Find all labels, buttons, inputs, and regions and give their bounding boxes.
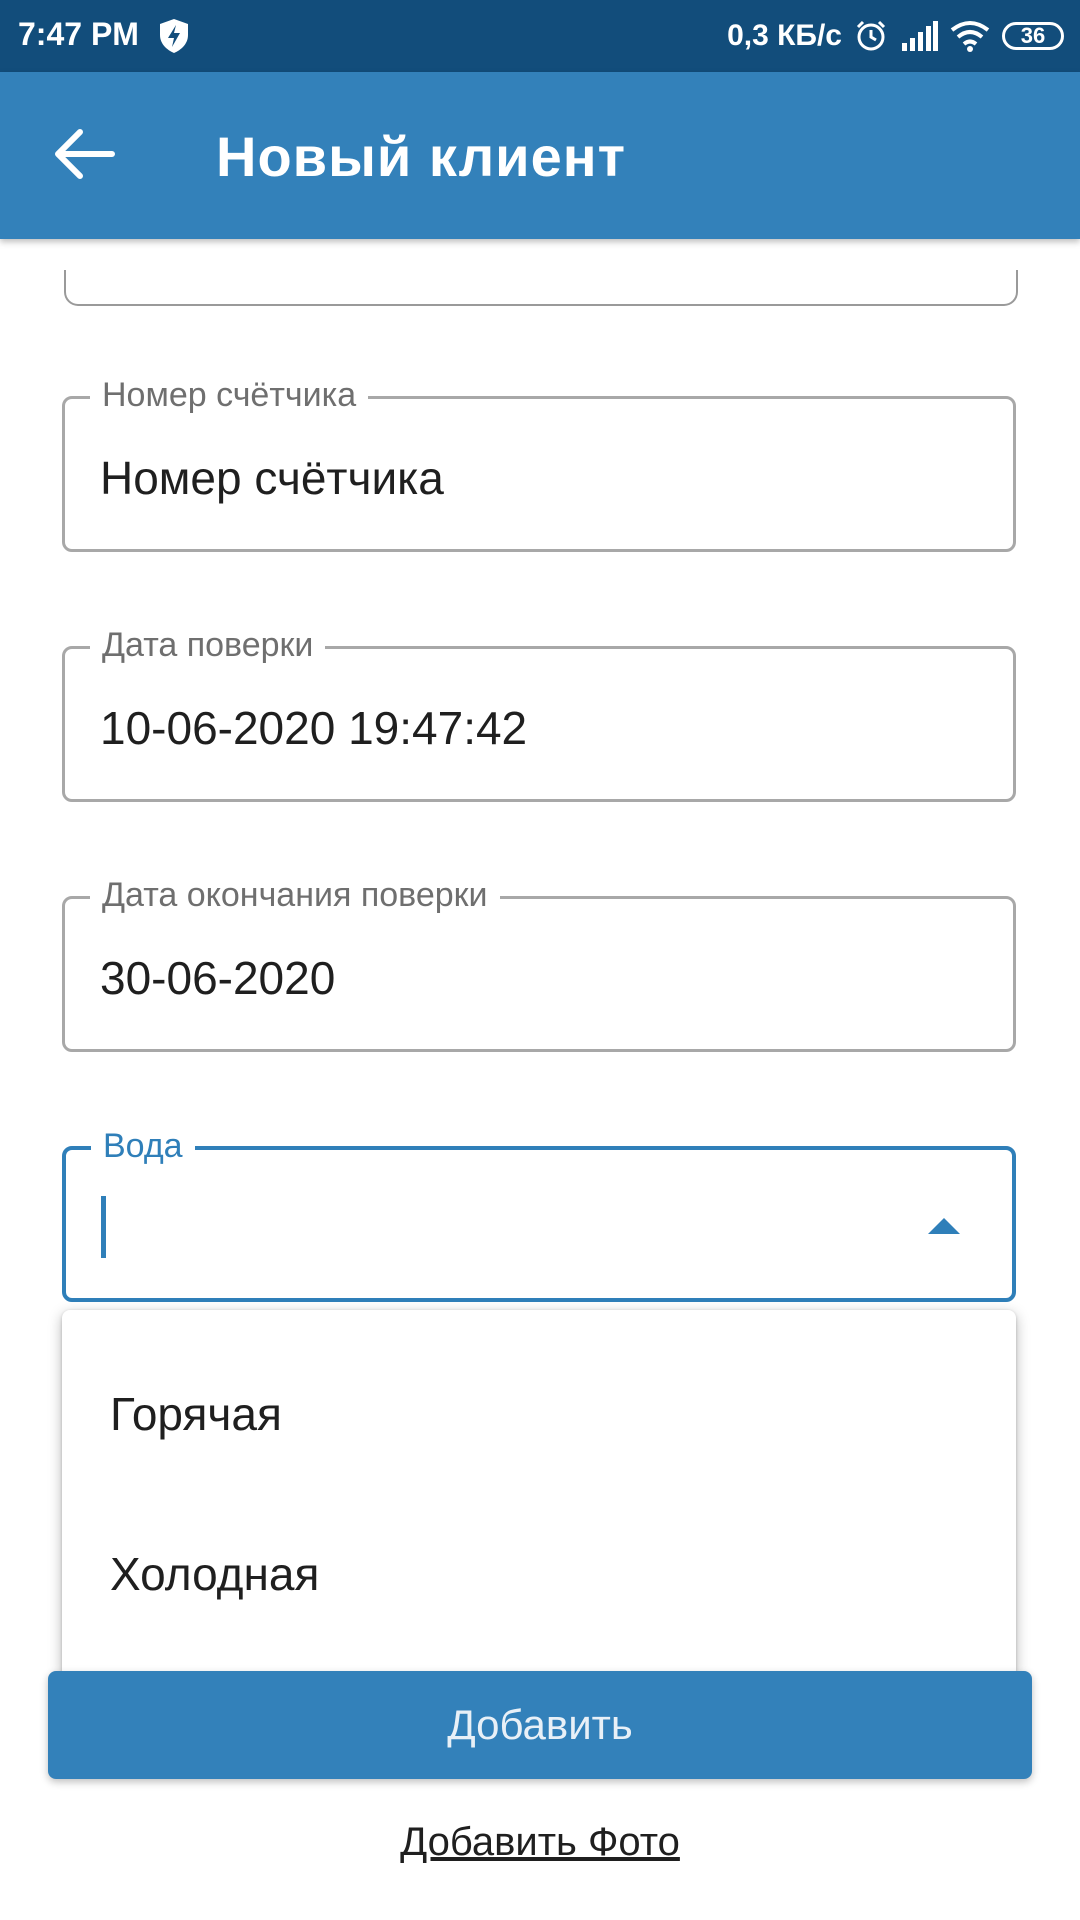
shield-bolt-icon — [160, 19, 188, 53]
option-cold-label: Холодная — [110, 1548, 320, 1600]
verification-end-date-value: 30-06-2020 — [100, 952, 336, 1004]
chevron-up-icon[interactable] — [928, 1218, 960, 1234]
battery-level: 36 — [1020, 23, 1046, 48]
verification-date-label: Дата поверки — [90, 625, 326, 665]
battery-icon: 36 — [1002, 22, 1064, 50]
text-cursor — [101, 1196, 106, 1258]
meter-number-field[interactable]: Номер счётчика Номер счётчика — [62, 375, 1016, 552]
previous-field-partial[interactable] — [64, 270, 1018, 306]
water-type-label: Вода — [91, 1126, 195, 1166]
verification-end-date-label: Дата окончания поверки — [90, 875, 500, 915]
status-indicators: 0,3 КБ/с 36 — [727, 14, 1064, 58]
option-hot[interactable]: Горячая — [62, 1334, 1016, 1494]
app-bar: Новый клиент — [0, 72, 1080, 239]
status-bar: 7:47 PM 0,3 КБ/с 36 — [0, 0, 1080, 72]
water-type-dropdown-menu: Горячая Холодная — [62, 1310, 1016, 1678]
add-photo-link[interactable]: Добавить Фото — [0, 1820, 1080, 1865]
verification-date-field[interactable]: Дата поверки 10-06-2020 19:47:42 — [62, 625, 1016, 802]
network-speed: 0,3 КБ/с — [727, 19, 842, 52]
water-type-select[interactable]: Вода — [62, 1126, 1016, 1302]
signal-icon — [902, 21, 938, 51]
meter-number-value: Номер счётчика — [100, 452, 444, 504]
status-time: 7:47 PM — [18, 16, 139, 52]
meter-number-label: Номер счётчика — [90, 375, 369, 415]
page-title: Новый клиент — [216, 125, 626, 188]
add-button[interactable]: Добавить — [48, 1671, 1032, 1779]
back-arrow-icon[interactable] — [50, 124, 118, 184]
verification-end-date-field[interactable]: Дата окончания поверки 30-06-2020 — [62, 875, 1016, 1052]
option-hot-label: Горячая — [110, 1388, 282, 1440]
verification-date-value: 10-06-2020 19:47:42 — [100, 702, 528, 754]
option-cold[interactable]: Холодная — [62, 1494, 1016, 1654]
wifi-icon — [950, 21, 990, 52]
alarm-icon — [856, 20, 886, 51]
